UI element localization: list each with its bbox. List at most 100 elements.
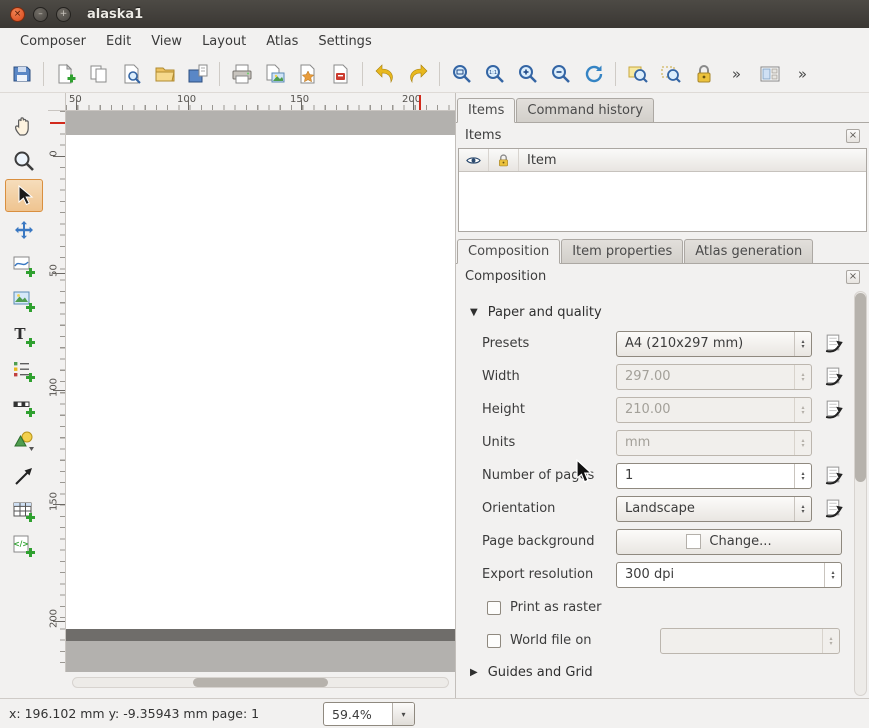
add-new-map-tool-button[interactable] (5, 249, 43, 282)
add-basic-shape-tool-button[interactable] (5, 424, 43, 457)
add-attribute-table-tool-button[interactable] (5, 494, 43, 527)
composition-dock-close-button[interactable]: × (846, 270, 860, 284)
maximize-window-button[interactable]: + (56, 7, 71, 22)
menu-composer[interactable]: Composer (10, 31, 96, 52)
zoom-level-combobox[interactable]: 59.4% ▾ (323, 702, 415, 726)
atlas-toolbar-overflow-button[interactable]: » (786, 59, 819, 89)
tab-atlas-generation[interactable]: Atlas generation (684, 239, 813, 264)
menu-settings[interactable]: Settings (308, 31, 381, 52)
save-as-template-button[interactable] (181, 59, 214, 89)
duplicate-composition-button[interactable] (82, 59, 115, 89)
refresh-view-button[interactable] (577, 59, 610, 89)
toolbar-overflow-button[interactable]: » (720, 59, 753, 89)
combo-arrows-icon: ▴▾ (822, 629, 839, 653)
collapse-collapsed-triangle-icon: ▶ (470, 667, 478, 678)
data-defined-override-button[interactable] (823, 399, 844, 420)
magnifier-icon (12, 149, 36, 173)
zoom-full-button[interactable] (445, 59, 478, 89)
add-html-frame-tool-button[interactable]: </> (5, 529, 43, 562)
export-as-svg-button[interactable] (291, 59, 324, 89)
units-combobox: mm ▴▾ (616, 430, 812, 456)
export-as-pdf-button[interactable] (324, 59, 357, 89)
zoom-out-button[interactable] (544, 59, 577, 89)
eye-icon (465, 152, 482, 169)
data-defined-override-button[interactable] (823, 366, 844, 387)
orientation-combobox[interactable]: Landscape ▴▾ (616, 496, 812, 522)
paper-and-quality-section-header[interactable]: ▼ Paper and quality (456, 297, 854, 327)
world-file-checkbox[interactable] (487, 634, 501, 648)
page-background-color-button[interactable]: Change... (616, 529, 842, 555)
close-icon: × (849, 130, 857, 141)
scrollbar-thumb[interactable] (193, 678, 328, 687)
minimize-icon: – (38, 10, 43, 19)
export-as-image-button[interactable] (258, 59, 291, 89)
items-dock-close-button[interactable]: × (846, 129, 860, 143)
select-move-item-tool-button[interactable] (5, 179, 43, 212)
new-composition-button[interactable] (49, 59, 82, 89)
canvas-scroll-area (48, 672, 455, 698)
scrollbar-thumb[interactable] (855, 293, 866, 482)
print-as-raster-checkbox[interactable] (487, 601, 501, 615)
export-image-icon (264, 63, 286, 85)
lock-selected-items-button[interactable] (687, 59, 720, 89)
data-defined-override-button[interactable] (823, 498, 844, 519)
guides-and-grid-section-header[interactable]: ▶ Guides and Grid (456, 657, 854, 687)
close-window-button[interactable]: × (10, 7, 25, 22)
atlas-preview-button[interactable] (753, 59, 786, 89)
collapse-expanded-triangle-icon: ▼ (470, 307, 478, 318)
zoom-in-icon (517, 63, 539, 85)
dropdown-arrow-icon[interactable]: ▾ (392, 703, 414, 725)
item-column-header[interactable]: Item (519, 149, 866, 171)
add-label-tool-button[interactable]: T (5, 319, 43, 352)
zoom-region-button[interactable] (654, 59, 687, 89)
horizontal-scrollbar[interactable] (72, 677, 449, 688)
redo-button[interactable] (401, 59, 434, 89)
refresh-icon (583, 63, 605, 85)
menu-view[interactable]: View (141, 31, 192, 52)
lock-icon (496, 153, 511, 168)
pan-tool-button[interactable] (5, 109, 43, 142)
add-scalebar-tool-button[interactable] (5, 389, 43, 422)
save-project-button[interactable] (5, 59, 38, 89)
zoom-in-button[interactable] (511, 59, 544, 89)
export-resolution-spinbox[interactable]: 300 dpi ▴▾ (616, 562, 842, 588)
print-button[interactable] (225, 59, 258, 89)
svg-text:T: T (14, 325, 26, 343)
page-magnifier-icon (121, 63, 143, 85)
change-color-label: Change... (709, 534, 771, 549)
printer-icon (231, 63, 253, 85)
tab-items[interactable]: Items (457, 98, 515, 123)
number-of-pages-spinbox[interactable]: 1 ▴▾ (616, 463, 812, 489)
add-legend-tool-button[interactable] (5, 354, 43, 387)
world-file-row: World file on ▴▾ (456, 624, 854, 657)
add-image-tool-button[interactable] (5, 284, 43, 317)
undo-button[interactable] (368, 59, 401, 89)
composer-manager-button[interactable] (115, 59, 148, 89)
vertical-scrollbar[interactable] (854, 291, 867, 696)
minimize-window-button[interactable]: – (33, 7, 48, 22)
visibility-column-header[interactable] (459, 149, 489, 171)
add-legend-icon (12, 359, 36, 383)
data-defined-override-button[interactable] (823, 465, 844, 486)
lock-column-header[interactable] (489, 149, 519, 171)
zoom-actual-size-button[interactable]: 1:1 (478, 59, 511, 89)
composition-canvas[interactable] (66, 111, 455, 672)
tab-command-history[interactable]: Command history (516, 98, 654, 123)
ruler-corner (48, 93, 66, 111)
menu-edit[interactable]: Edit (96, 31, 141, 52)
load-from-template-button[interactable] (148, 59, 181, 89)
print-as-raster-label: Print as raster (510, 600, 601, 615)
tab-composition[interactable]: Composition (457, 239, 560, 264)
paper-page[interactable] (66, 135, 455, 629)
menu-layout[interactable]: Layout (192, 31, 256, 52)
add-arrow-tool-button[interactable] (5, 459, 43, 492)
zoom-tool-button[interactable] (5, 144, 43, 177)
move-item-content-tool-button[interactable] (5, 214, 43, 247)
add-arrow-icon (12, 464, 36, 488)
select-region-button[interactable] (621, 59, 654, 89)
presets-combobox[interactable]: A4 (210x297 mm) ▴▾ (616, 331, 812, 357)
data-defined-override-button[interactable] (823, 333, 844, 354)
tab-item-properties[interactable]: Item properties (561, 239, 683, 264)
items-list-body[interactable] (459, 172, 866, 231)
menu-atlas[interactable]: Atlas (256, 31, 308, 52)
